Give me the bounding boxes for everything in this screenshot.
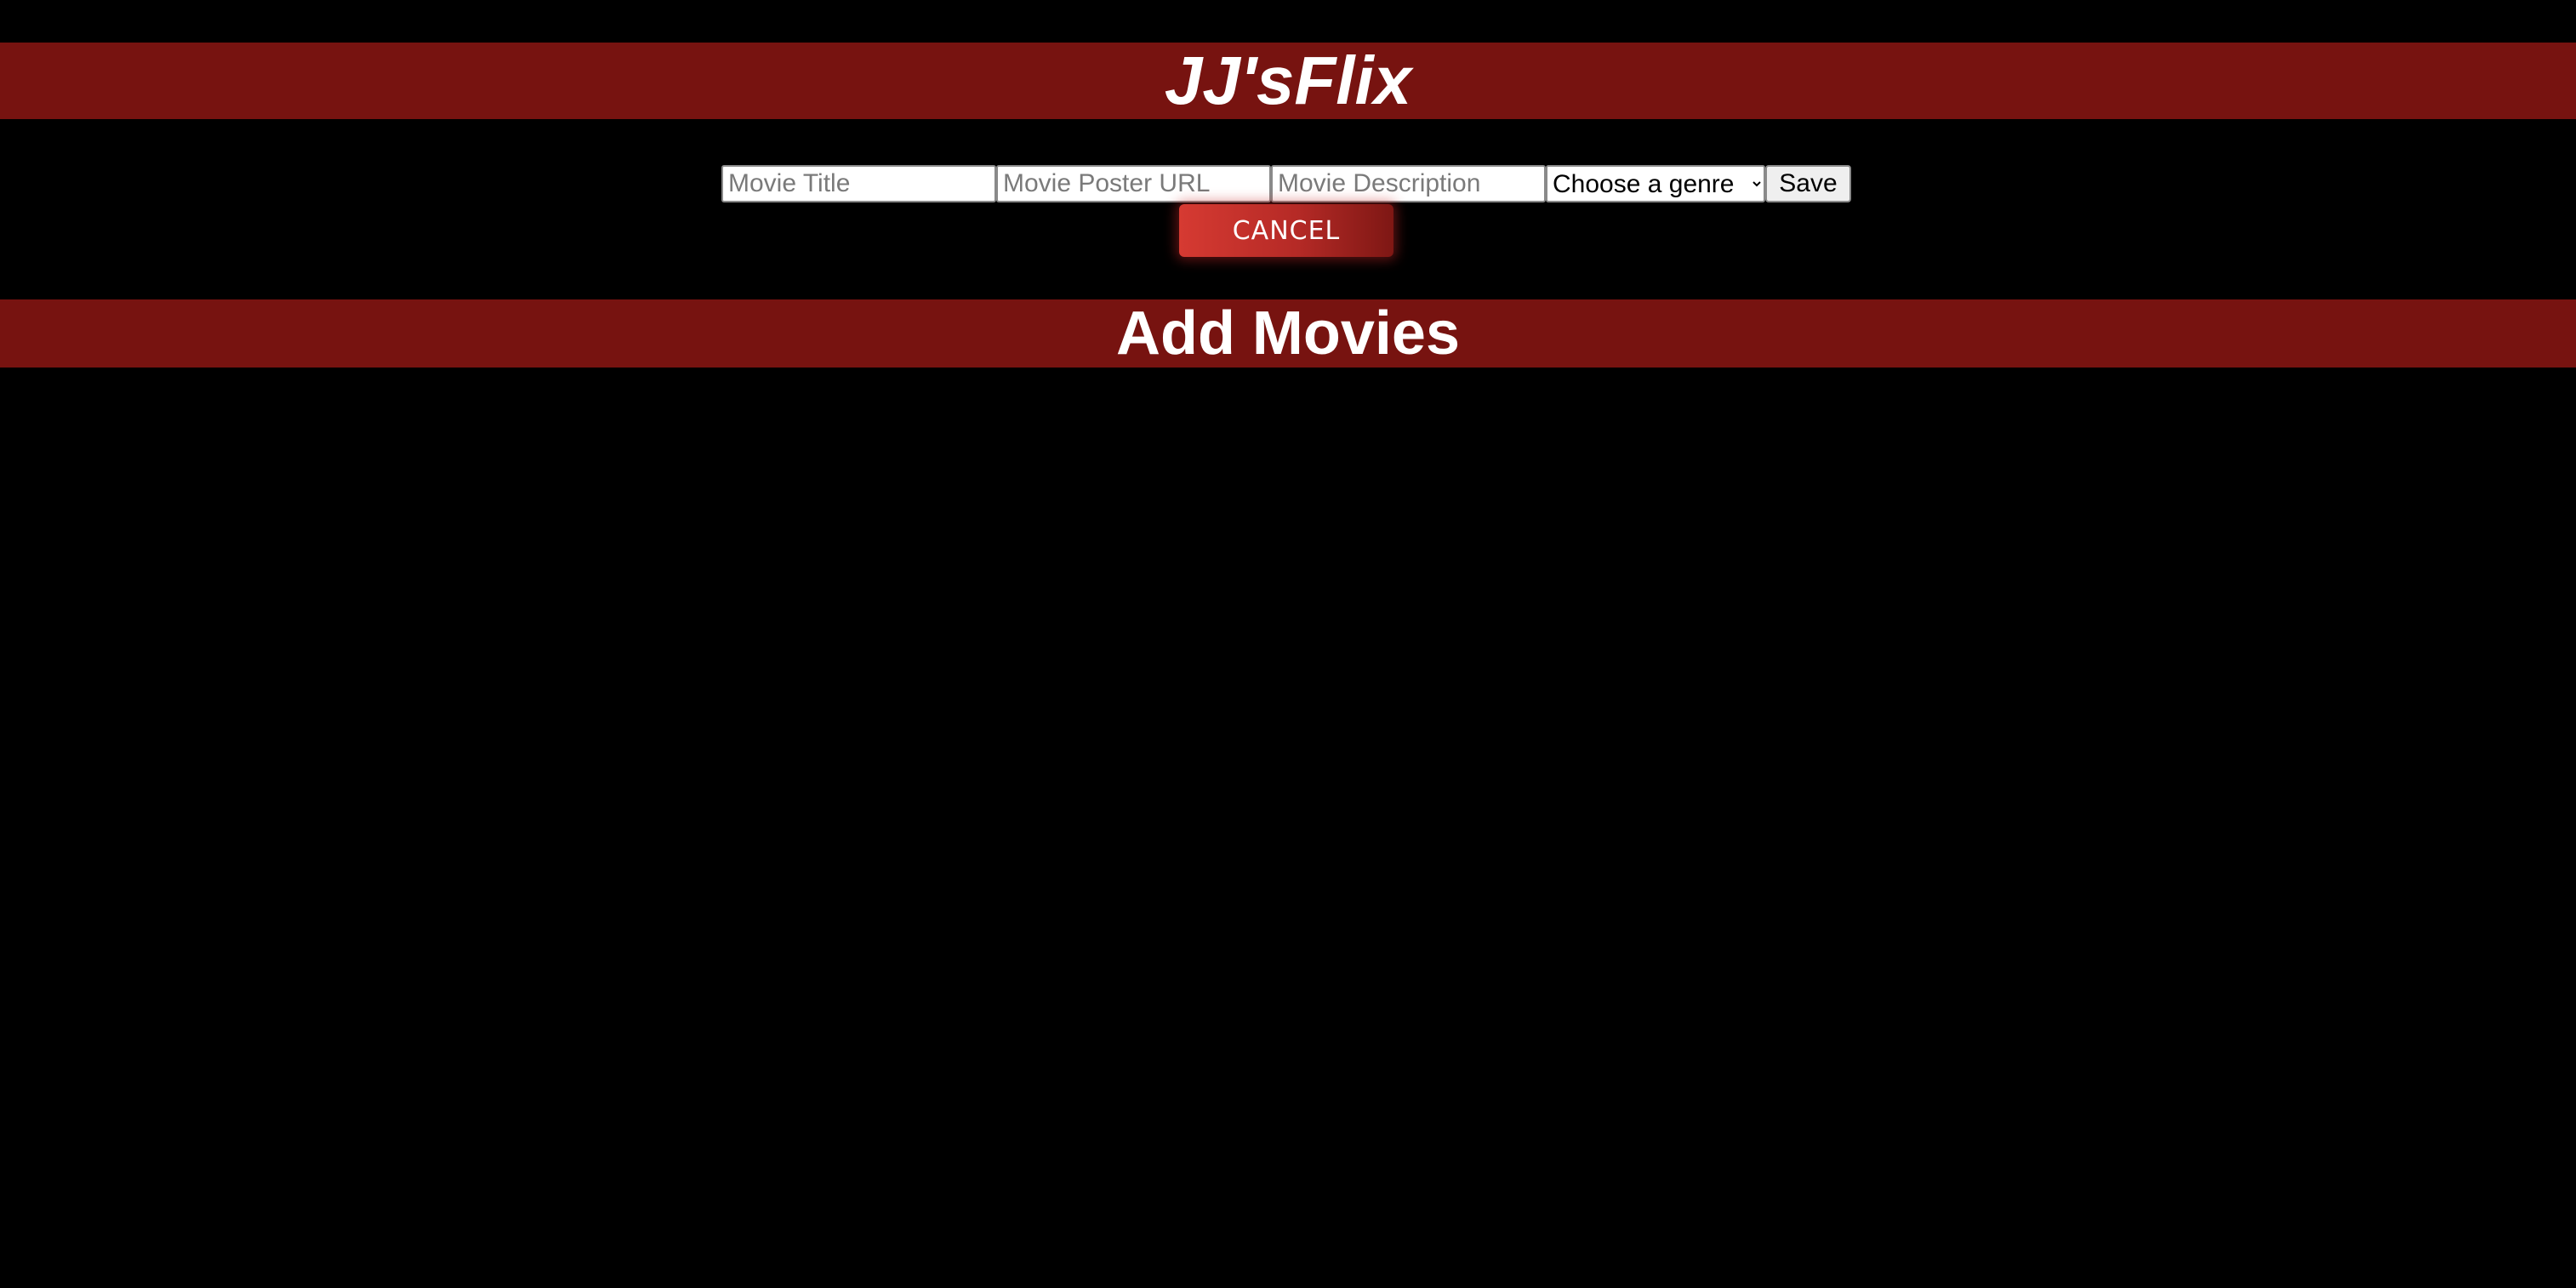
form-row: Choose a genre Save	[721, 165, 1851, 202]
add-movie-form: Choose a genre Save CANCEL	[0, 119, 2576, 299]
add-movies-bar: Add Movies	[0, 299, 2576, 368]
cancel-button[interactable]: CANCEL	[1179, 204, 1393, 257]
movie-poster-url-input[interactable]	[996, 165, 1271, 202]
movie-description-input[interactable]	[1271, 165, 1546, 202]
movie-title-input[interactable]	[721, 165, 996, 202]
brand-title: JJ'sFlix	[1164, 43, 1412, 118]
section-title: Add Movies	[1115, 299, 1461, 368]
genre-select[interactable]: Choose a genre	[1546, 165, 1765, 202]
brand-header: JJ'sFlix	[0, 43, 2576, 119]
top-spacer	[0, 0, 2576, 43]
save-button[interactable]: Save	[1765, 165, 1851, 202]
